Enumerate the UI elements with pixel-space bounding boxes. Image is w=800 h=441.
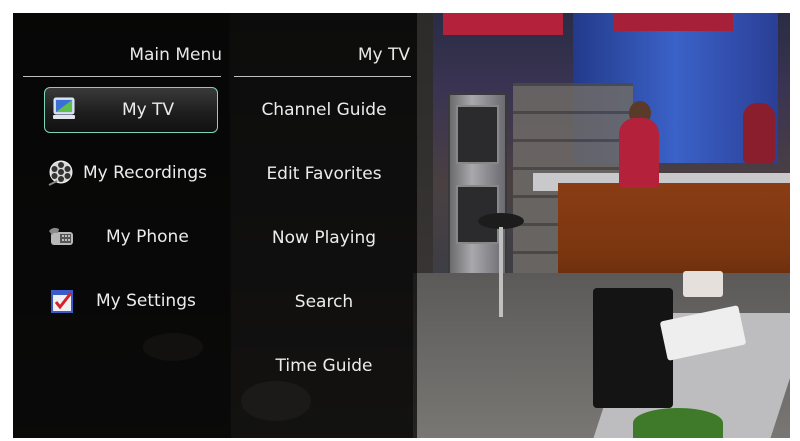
submenu-item-search[interactable]: Search <box>231 282 417 322</box>
menu-item-my-tv[interactable]: My TV <box>44 87 218 133</box>
submenu-item-now-playing[interactable]: Now Playing <box>231 218 417 258</box>
menu-item-label: My TV <box>122 100 175 120</box>
menu-item-my-recordings[interactable]: My Recordings <box>47 151 227 195</box>
film-reel-icon <box>47 159 75 187</box>
submenu-item-channel-guide[interactable]: Channel Guide <box>231 90 417 130</box>
submenu-item-edit-favorites[interactable]: Edit Favorites <box>231 154 417 194</box>
settings-checklist-icon <box>49 287 77 315</box>
submenu-item-label: Edit Favorites <box>266 164 382 184</box>
tv-screen: Main Menu My TV My TV My Recordings My P… <box>13 13 790 438</box>
menu-item-label: My Settings <box>96 291 196 311</box>
menu-item-my-settings[interactable]: My Settings <box>47 279 227 323</box>
main-menu-title-underline <box>23 76 221 77</box>
phone-icon <box>47 223 75 251</box>
submenu-item-label: Channel Guide <box>261 100 387 120</box>
menu-item-label: My Recordings <box>83 163 208 183</box>
submenu-item-label: Search <box>294 292 354 312</box>
submenu-title: My TV <box>357 45 410 65</box>
menu-item-label: My Phone <box>106 227 189 247</box>
tv-monitor-icon <box>51 96 79 124</box>
main-menu-title: Main Menu <box>129 45 222 65</box>
submenu-item-label: Now Playing <box>271 228 377 248</box>
submenu-title-underline <box>234 76 411 77</box>
menu-item-my-phone[interactable]: My Phone <box>47 215 227 259</box>
submenu-item-time-guide[interactable]: Time Guide <box>231 346 417 386</box>
submenu-item-label: Time Guide <box>275 356 373 376</box>
